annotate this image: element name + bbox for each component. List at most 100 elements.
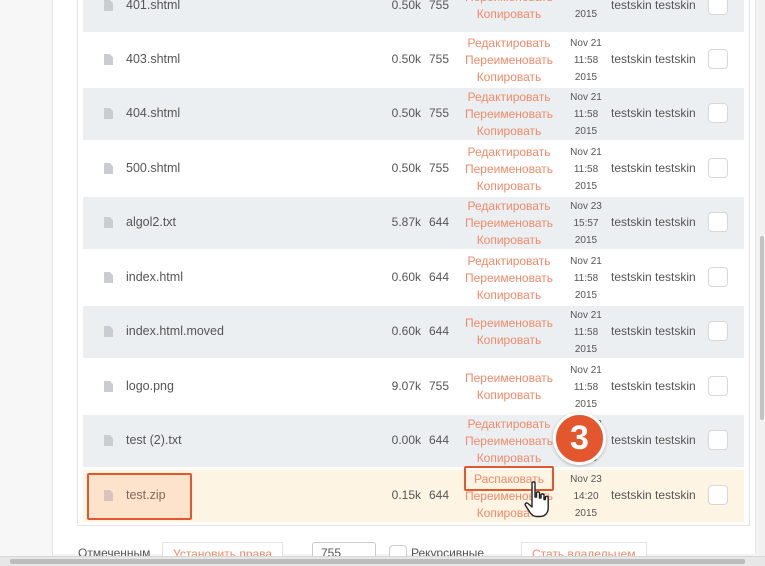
date-part: 14:20	[573, 490, 599, 502]
recursive-checkbox[interactable]	[389, 545, 407, 556]
file-row[interactable]: algol2.txt 5.87k 644 Редактировать Переимено…	[83, 197, 744, 249]
date-part: Nov 21	[570, 37, 602, 49]
file-icon	[104, 272, 113, 283]
vertical-scrollbar-thumb[interactable]	[760, 236, 764, 420]
file-actions: ПереименоватьКопировать	[453, 306, 565, 358]
file-action-link[interactable]: Переименовать	[465, 270, 553, 287]
file-action-link[interactable]: Копировать	[477, 332, 542, 349]
row-select-checkbox[interactable]	[708, 430, 728, 450]
file-row[interactable]: 403.shtml 0.50k 755 Редактировать Переименов…	[83, 34, 744, 86]
row-select-checkbox[interactable]	[708, 158, 728, 178]
file-action-link[interactable]: Переименовать	[465, 106, 553, 123]
date-part: Nov 23	[570, 200, 602, 212]
set-permissions-button[interactable]: Установить права	[162, 542, 284, 556]
file-name[interactable]: 403.shtml	[126, 52, 180, 66]
file-row[interactable]: 401.shtml 0.50k 755 ПереименоватьКопировать…	[83, 0, 744, 32]
file-permissions[interactable]: 755	[429, 52, 449, 66]
file-name[interactable]: 500.shtml	[126, 161, 180, 175]
date-part: 2015	[574, 125, 598, 137]
file-action-link[interactable]: Копировать	[477, 178, 542, 195]
file-size: 0.60k	[391, 270, 421, 284]
file-action-link[interactable]: Переименовать	[465, 370, 553, 387]
file-action-link[interactable]: Переименовать	[465, 161, 553, 178]
file-icon	[104, 326, 113, 337]
row-select-checkbox[interactable]	[708, 485, 728, 505]
file-row[interactable]: index.html 0.60k 644 Редактировать Переимено…	[83, 252, 744, 304]
file-modified-date: Nov 21 11:58 2015	[561, 361, 611, 413]
row-select-checkbox[interactable]	[708, 267, 728, 287]
file-owner: testskin testskin	[611, 433, 696, 447]
file-icon	[104, 435, 113, 446]
row-select-checkbox[interactable]	[708, 0, 728, 15]
file-action-link[interactable]: Редактировать	[468, 416, 551, 433]
file-actions: Редактировать Переименовать Копировать	[453, 88, 565, 140]
file-row[interactable]: 404.shtml 0.50k 755 Редактировать Переименов…	[83, 88, 744, 140]
file-row[interactable]: 500.shtml 0.50k 755 Редактировать Переименов…	[83, 143, 744, 195]
horizontal-scrollbar-thumb[interactable]	[10, 559, 745, 564]
row-select-checkbox[interactable]	[708, 376, 728, 396]
file-name[interactable]: logo.png	[126, 379, 174, 393]
file-action-link[interactable]: Копировать	[477, 387, 542, 404]
file-action-link[interactable]: Редактировать	[468, 253, 551, 270]
file-row[interactable]: index.html.moved 0.60k 644 Переименовать Коп…	[83, 306, 744, 358]
file-owner: testskin testskin	[611, 161, 696, 175]
file-modified-date: 11:582015	[561, 0, 611, 32]
file-modified-date: Nov 23 14:20 2015	[561, 470, 611, 522]
date-part: 15:57	[573, 217, 599, 229]
file-name[interactable]: 401.shtml	[126, 0, 180, 12]
file-permissions[interactable]: 755	[429, 161, 449, 175]
row-select-checkbox[interactable]	[708, 103, 728, 123]
row-select-checkbox[interactable]	[708, 49, 728, 69]
date-part: Nov 21	[570, 91, 602, 103]
file-row[interactable]: logo.png 9.07k 755 Переименовать Копировать N…	[83, 361, 744, 413]
step-number-badge: 3	[553, 412, 606, 465]
file-icon	[104, 108, 113, 119]
file-action-link[interactable]: Копировать	[477, 123, 542, 140]
file-size: 0.50k	[391, 106, 421, 120]
file-name[interactable]: 404.shtml	[126, 106, 180, 120]
file-action-link[interactable]: Редактировать	[468, 35, 551, 52]
file-action-link[interactable]: Копировать	[477, 450, 542, 467]
file-action-link[interactable]: Редактировать	[468, 89, 551, 106]
date-part: 2015	[574, 9, 598, 20]
date-part: 11:58	[573, 326, 599, 338]
file-permissions[interactable]: 644	[429, 270, 449, 284]
file-name[interactable]: index.html.moved	[126, 324, 224, 338]
date-part: Nov 21	[570, 146, 602, 158]
file-size: 9.07k	[391, 379, 421, 393]
file-permissions[interactable]: 644	[429, 433, 449, 447]
file-permissions[interactable]: 644	[429, 215, 449, 229]
file-action-link[interactable]: Переименовать	[465, 215, 553, 232]
file-permissions[interactable]: 644	[429, 324, 449, 338]
file-action-link[interactable]: Редактировать	[468, 144, 551, 161]
file-permissions[interactable]: 755	[429, 379, 449, 393]
date-part: 11:58	[573, 272, 599, 284]
file-action-link[interactable]: Копировать	[477, 232, 542, 249]
row-select-checkbox[interactable]	[708, 212, 728, 232]
file-permissions[interactable]: 755	[429, 0, 449, 12]
file-action-link[interactable]: Копировать	[477, 69, 542, 86]
date-part: 2015	[574, 289, 598, 301]
file-owner: testskin testskin	[611, 52, 696, 66]
file-action-link[interactable]: Копировать	[477, 6, 542, 23]
file-action-link[interactable]: Переименовать	[465, 315, 553, 332]
file-action-link[interactable]: Переименовать	[465, 433, 553, 450]
file-actions: ПереименоватьКопировать	[453, 361, 565, 413]
file-name[interactable]: index.html	[126, 270, 183, 284]
file-row[interactable]: test (2).txt 0.00k 644 Редактировать Переиме…	[83, 415, 744, 467]
permissions-input[interactable]: 755	[312, 542, 376, 556]
file-action-link[interactable]: Копировать	[477, 287, 542, 304]
file-table: 401.shtml0.50k755ПереименоватьКопировать…	[77, 0, 750, 526]
file-name[interactable]: algol2.txt	[126, 215, 176, 229]
file-permissions[interactable]: 644	[429, 488, 449, 502]
file-permissions[interactable]: 755	[429, 106, 449, 120]
date-part: 2015	[574, 507, 598, 519]
vertical-scrollbar[interactable]	[759, 0, 765, 556]
row-select-checkbox[interactable]	[708, 321, 728, 341]
file-modified-date: Nov 21 11:58 2015	[561, 252, 611, 304]
file-action-link[interactable]: Переименовать	[465, 52, 553, 69]
file-action-link[interactable]: Редактировать	[468, 198, 551, 215]
file-name[interactable]: test (2).txt	[126, 433, 182, 447]
file-owner: testskin testskin	[611, 488, 696, 502]
set-owner-button[interactable]: Стать владельцем	[521, 542, 647, 556]
